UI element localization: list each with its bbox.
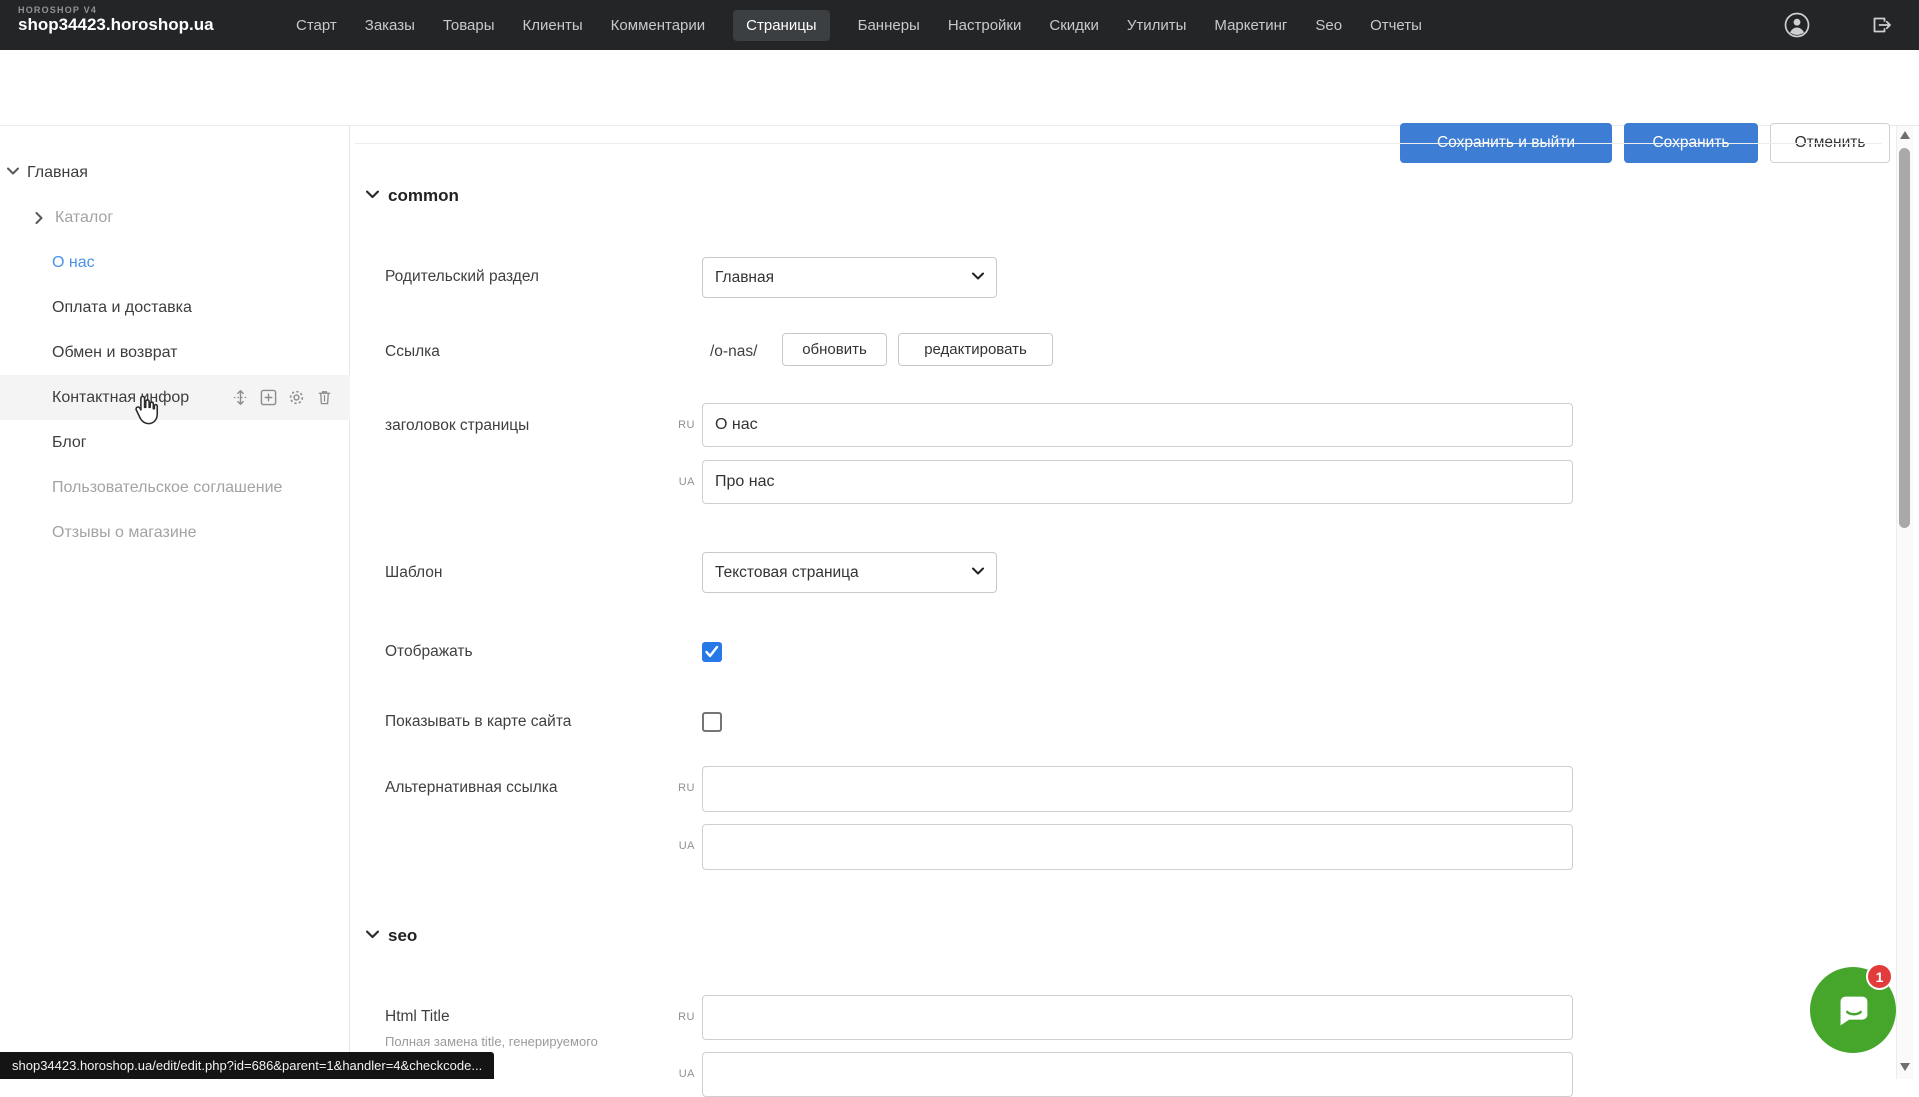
template-select[interactable]: Текстовая страница	[702, 552, 997, 593]
tree-item-label: Оплата и доставка	[52, 299, 192, 317]
app-window: HOROSHOP V4 shop34423.horoshop.ua Старт …	[0, 0, 1919, 1079]
tree-item-blog[interactable]: Блог	[0, 420, 350, 465]
chevron-down-icon	[366, 190, 379, 203]
top-nav: HOROSHOP V4 shop34423.horoshop.ua Старт …	[0, 0, 1919, 50]
tree-item-user-agreement[interactable]: Пользовательское соглашение	[0, 465, 350, 510]
link-label: Ссылка	[385, 342, 440, 362]
refresh-link-button[interactable]: обновить	[782, 333, 887, 366]
section-title: seo	[388, 926, 417, 946]
nav-item-pages[interactable]: Страницы	[733, 10, 829, 41]
tree-item-label: О нас	[52, 254, 95, 272]
tree-item-actions	[232, 389, 333, 406]
selected-value: Главная	[715, 269, 774, 287]
display-label: Отображать	[385, 642, 473, 662]
tree-item-label: Контактная инфор	[52, 389, 189, 407]
selected-value: Текстовая страница	[715, 564, 859, 582]
nav-item-orders[interactable]: Заказы	[365, 17, 415, 34]
status-url-tooltip: shop34423.horoshop.ua/edit/edit.php?id=6…	[0, 1052, 494, 1079]
scroll-down-icon[interactable]	[1900, 1063, 1910, 1071]
logo-domain: shop34423.horoshop.ua	[18, 16, 214, 35]
logout-icon[interactable]	[1870, 13, 1894, 37]
page-header: О нас Сохранить и выйти Сохранить Отмени…	[0, 50, 1919, 126]
html-title-hint: Полная замена title, генерируемого	[385, 1033, 598, 1050]
lang-ua-badge: UA	[652, 475, 695, 489]
lang-ru-badge: RU	[652, 781, 695, 795]
template-label: Шаблон	[385, 563, 442, 583]
nav-item-settings[interactable]: Настройки	[948, 17, 1022, 34]
logo[interactable]: HOROSHOP V4 shop34423.horoshop.ua	[18, 6, 214, 35]
tree-item-store-reviews[interactable]: Отзывы о магазине	[0, 510, 350, 555]
nav-item-reports[interactable]: Отчеты	[1370, 17, 1422, 34]
delete-icon[interactable]	[316, 389, 333, 406]
tree-item-catalog[interactable]: Каталог	[0, 195, 350, 240]
page-title-label: заголовок страницы	[385, 416, 529, 436]
section-title: common	[388, 186, 459, 206]
sitemap-label: Показывать в карте сайта	[385, 712, 571, 732]
nav-item-clients[interactable]: Клиенты	[523, 17, 583, 34]
lang-ua-badge: UA	[652, 839, 695, 853]
tree-item-label: Главная	[27, 164, 88, 182]
chevron-right-icon	[35, 212, 47, 224]
tree-item-label: Каталог	[55, 209, 113, 227]
chevron-down-icon	[972, 272, 984, 284]
chat-bubble-icon	[1830, 987, 1876, 1033]
move-icon[interactable]	[232, 389, 249, 406]
tree-item-about-us[interactable]: О нас	[0, 240, 350, 285]
tree-item-home[interactable]: Главная	[0, 150, 350, 195]
alt-link-ua-input[interactable]	[702, 824, 1573, 870]
tree-item-exchange-return[interactable]: Обмен и возврат	[0, 330, 350, 375]
link-path: /o-nas/	[710, 342, 757, 362]
nav-item-utilities[interactable]: Утилиты	[1127, 17, 1187, 34]
nav-item-products[interactable]: Товары	[443, 17, 495, 34]
section-common-header[interactable]: common	[366, 186, 459, 206]
tree-item-contact-info[interactable]: Контактная инфор	[0, 375, 350, 420]
page-title-ua-input[interactable]	[702, 460, 1573, 504]
tree-item-label: Пользовательское соглашение	[52, 479, 282, 497]
account-icon[interactable]	[1784, 12, 1810, 38]
scroll-up-icon[interactable]	[1900, 131, 1910, 139]
pages-tree-sidebar: Главная Каталог О нас Оплата и доставка …	[0, 126, 350, 1079]
alt-link-ru-input[interactable]	[702, 766, 1573, 812]
nav-item-banners[interactable]: Баннеры	[858, 17, 920, 34]
display-checkbox[interactable]	[702, 642, 722, 662]
lang-ru-badge: RU	[652, 1010, 695, 1024]
chat-unread-badge: 1	[1866, 963, 1893, 990]
tree-item-payment-delivery[interactable]: Оплата и доставка	[0, 285, 350, 330]
nav-item-seo[interactable]: Seo	[1315, 17, 1342, 34]
tree-item-label: Отзывы о магазине	[52, 524, 197, 542]
html-title-label: Html Title	[385, 1007, 450, 1027]
panel-divider	[355, 143, 1882, 144]
parent-section-label: Родительский раздел	[385, 267, 539, 287]
nav-item-discounts[interactable]: Скидки	[1049, 17, 1098, 34]
scrollbar-thumb[interactable]	[1899, 148, 1910, 528]
settings-icon[interactable]	[288, 389, 305, 406]
page-title-ru-input[interactable]	[702, 403, 1573, 447]
chevron-down-icon	[972, 567, 984, 579]
add-icon[interactable]	[260, 389, 277, 406]
nav-item-marketing[interactable]: Маркетинг	[1214, 17, 1287, 34]
html-title-ru-input[interactable]	[702, 995, 1573, 1040]
section-seo-header[interactable]: seo	[366, 926, 417, 946]
nav-item-start[interactable]: Старт	[296, 17, 337, 34]
sitemap-checkbox[interactable]	[702, 712, 722, 732]
tree-item-label: Блог	[52, 434, 87, 452]
chevron-down-icon	[366, 930, 379, 943]
edit-link-button[interactable]: редактировать	[898, 333, 1053, 366]
chevron-down-icon	[7, 167, 19, 179]
tree-item-label: Обмен и возврат	[52, 344, 177, 362]
alt-link-label: Альтернативная ссылка	[385, 778, 558, 798]
nav-item-comments[interactable]: Комментарии	[611, 17, 705, 34]
html-title-ua-input[interactable]	[702, 1052, 1573, 1097]
lang-ru-badge: RU	[652, 418, 695, 432]
parent-section-select[interactable]: Главная	[702, 257, 997, 298]
main-menu: Старт Заказы Товары Клиенты Комментарии …	[296, 0, 1422, 50]
checkmark-icon	[705, 646, 719, 658]
